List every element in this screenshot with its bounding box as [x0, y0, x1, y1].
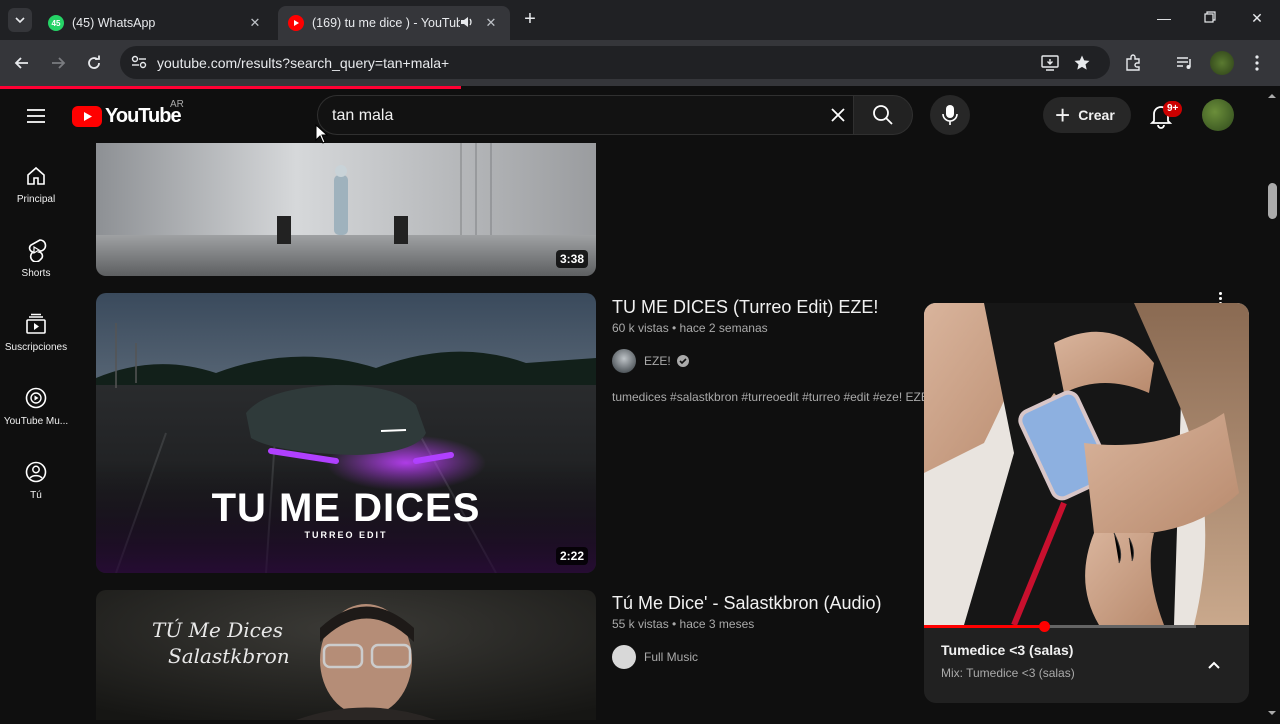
- audio-playing-icon[interactable]: [460, 16, 474, 31]
- install-app-icon[interactable]: [1040, 53, 1060, 73]
- tab-title: (45) WhatsApp: [72, 16, 156, 30]
- chevron-up-icon[interactable]: [1204, 655, 1224, 675]
- sidebar-item-principal[interactable]: Principal: [0, 164, 72, 205]
- verified-badge-icon: [676, 355, 689, 367]
- channel-name[interactable]: EZE!: [644, 354, 671, 368]
- thumbnail-subtitle-text: TURREO EDIT: [304, 530, 388, 540]
- video-meta: 60 k vistas • hace 2 semanas: [612, 321, 768, 335]
- video-duration: 3:38: [555, 250, 588, 268]
- more-menu-icon[interactable]: [1247, 53, 1267, 73]
- video-title[interactable]: Tú Me Dice' - Salastkbron (Audio): [612, 593, 882, 614]
- scroll-up-arrow-icon[interactable]: [1266, 89, 1278, 101]
- country-code: AR: [170, 99, 184, 110]
- youtube-header: YouTube AR tan mala + Crear 9+: [0, 89, 1280, 143]
- tab-whatsapp[interactable]: 45 (45) WhatsApp ✕: [38, 6, 274, 40]
- search-icon: [873, 105, 893, 125]
- create-button[interactable]: + Crear: [1043, 97, 1131, 133]
- youtube-logo[interactable]: YouTube AR: [72, 99, 184, 127]
- scroll-down-arrow-icon[interactable]: [1266, 706, 1278, 718]
- close-tab-icon[interactable]: ✕: [246, 15, 264, 31]
- media-controls-icon[interactable]: [1175, 53, 1195, 73]
- plus-icon: +: [1055, 100, 1071, 130]
- sidebar-item-label: Shorts: [21, 268, 51, 279]
- whatsapp-icon: 45: [48, 15, 64, 31]
- channel-link[interactable]: Full Music: [612, 645, 698, 669]
- site-info-icon[interactable]: [130, 54, 148, 75]
- profile-avatar[interactable]: [1210, 51, 1234, 75]
- video-meta: 55 k vistas • hace 3 meses: [612, 617, 755, 631]
- forward-icon[interactable]: [47, 52, 69, 74]
- you-icon: [24, 460, 48, 484]
- subscriptions-icon: [24, 312, 48, 336]
- new-tab-button[interactable]: +: [520, 9, 540, 30]
- thumbnail-line-2: Salastkbron: [168, 644, 290, 668]
- microphone-icon: [942, 105, 958, 125]
- miniplayer-title[interactable]: Tumedice <3 (salas): [941, 642, 1073, 658]
- minimize-icon[interactable]: —: [1154, 10, 1174, 30]
- voice-search-button[interactable]: [930, 95, 970, 135]
- search-input[interactable]: tan mala: [317, 95, 863, 135]
- channel-link[interactable]: EZE!: [612, 349, 690, 373]
- close-window-icon[interactable]: ✕: [1247, 10, 1267, 30]
- tab-youtube[interactable]: (169) tu me dice ) - YouTube ✕: [278, 6, 510, 40]
- youtube-favicon-icon: [288, 15, 304, 31]
- thumbnail-title-text: TU ME DICES: [211, 486, 481, 530]
- video-description: tumedices #salastkbron #turreoedit #turr…: [612, 390, 924, 404]
- video-thumbnail[interactable]: TÚ Me Dices Salastkbron: [96, 590, 596, 720]
- video-thumbnail[interactable]: TU ME DICES TURREO EDIT 2:22: [96, 293, 596, 573]
- channel-avatar[interactable]: [612, 645, 636, 669]
- browser-toolbar: youtube.com/results?search_query=tan+mal…: [0, 40, 1280, 86]
- miniplayer-subtitle: Mix: Tumedice <3 (salas): [941, 666, 1075, 680]
- youtube-music-icon: [24, 386, 48, 410]
- video-thumbnail[interactable]: 3:38: [96, 143, 596, 276]
- back-icon[interactable]: [11, 52, 33, 74]
- close-tab-icon[interactable]: ✕: [482, 15, 500, 31]
- search-query: tan mala: [332, 107, 394, 124]
- sidebar-item-youtube-music[interactable]: YouTube Mu...: [0, 386, 72, 427]
- bookmark-star-icon[interactable]: [1072, 53, 1092, 73]
- extensions-icon[interactable]: [1123, 53, 1143, 73]
- sidebar-item-label: YouTube Mu...: [3, 416, 69, 427]
- youtube-play-logo-icon: [72, 105, 102, 127]
- sidebar-item-label: Tú: [30, 490, 42, 501]
- clear-search-icon[interactable]: [827, 104, 849, 126]
- create-label: Crear: [1078, 107, 1115, 123]
- account-avatar[interactable]: [1202, 99, 1234, 131]
- miniplayer-progress-fill: [924, 625, 1045, 628]
- mouse-cursor-icon: [315, 124, 329, 144]
- thumbnail-image: [96, 143, 596, 276]
- chevron-down-icon: [15, 17, 25, 24]
- hamburger-menu-icon[interactable]: [24, 104, 48, 128]
- sidebar-item-tu[interactable]: Tú: [0, 460, 72, 501]
- tab-search-button[interactable]: [8, 8, 32, 32]
- sidebar-item-label: Principal: [16, 194, 56, 205]
- scrollbar-thumb[interactable]: [1268, 183, 1277, 219]
- channel-name[interactable]: Full Music: [644, 650, 698, 664]
- sidebar-item-suscripciones[interactable]: Suscripciones: [0, 312, 72, 353]
- thumbnail-line-1: TÚ Me Dices: [152, 618, 283, 642]
- shorts-icon: [24, 238, 48, 262]
- reload-icon[interactable]: [83, 52, 105, 74]
- search-button[interactable]: [853, 95, 913, 135]
- notification-count-badge: 9+: [1163, 101, 1183, 117]
- video-title[interactable]: TU ME DICES (Turreo Edit) EZE!: [612, 297, 878, 318]
- sidebar-item-shorts[interactable]: Shorts: [0, 238, 72, 279]
- browser-tab-bar: 45 (45) WhatsApp ✕ (169) tu me dice ) - …: [0, 0, 1280, 40]
- home-icon: [24, 164, 48, 188]
- restore-icon[interactable]: [1200, 10, 1220, 30]
- tab-title: (169) tu me dice ) - YouTube: [312, 16, 460, 30]
- video-duration: 2:22: [555, 547, 588, 565]
- url-text: youtube.com/results?search_query=tan+mal…: [157, 55, 450, 71]
- miniplayer[interactable]: Tumedice <3 (salas) Mix: Tumedice <3 (sa…: [924, 303, 1249, 703]
- miniplayer-scrubber[interactable]: [1039, 621, 1051, 632]
- channel-avatar[interactable]: [612, 349, 636, 373]
- miniplayer-video[interactable]: [924, 303, 1249, 625]
- sidebar-item-label: Suscripciones: [4, 342, 68, 353]
- address-bar[interactable]: youtube.com/results?search_query=tan+mal…: [120, 46, 1110, 79]
